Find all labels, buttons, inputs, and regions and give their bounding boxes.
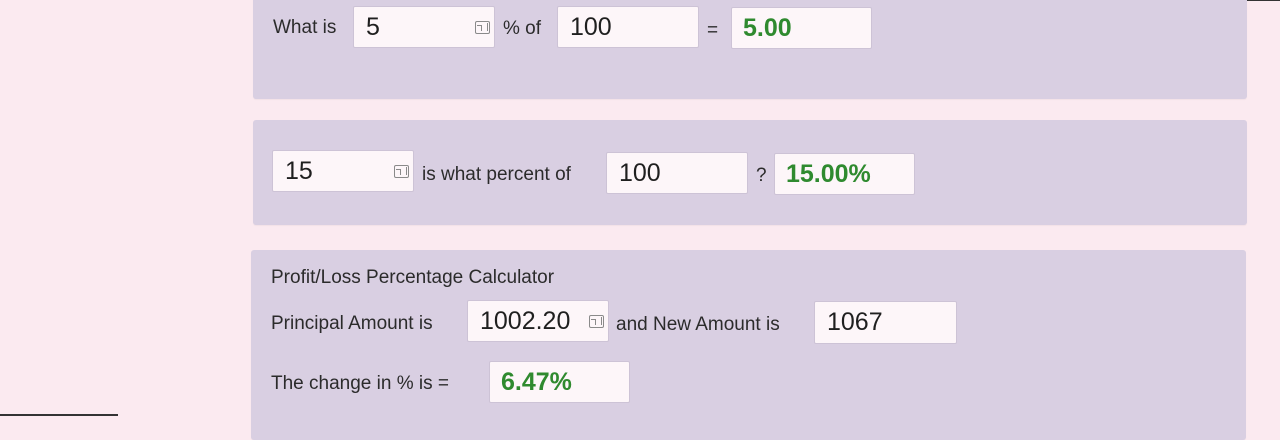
percent-input-value: 5 (366, 12, 380, 41)
percent-of-label: % of (503, 18, 542, 39)
percent-input[interactable]: 5 (353, 6, 495, 48)
principal-amount-input[interactable]: 1002.20 (467, 300, 609, 342)
base-value-input[interactable]: 100 (557, 6, 699, 48)
new-amount-text: 1067 (827, 308, 883, 336)
profit-loss-title: Profit/Loss Percentage Calculator (271, 267, 555, 288)
change-percent-label: The change in % is = (271, 373, 449, 394)
number-spinner-icon[interactable] (394, 164, 409, 178)
part-value-text: 15 (285, 156, 313, 185)
question-mark-label: ? (756, 165, 767, 186)
part-value-input[interactable]: 15 (272, 150, 414, 192)
what-percent-result: 15.00% (774, 153, 915, 195)
change-percent-result: 6.47% (489, 361, 630, 403)
is-what-percent-of-label: is what percent of (422, 164, 571, 185)
base-value-text: 100 (570, 12, 612, 41)
principal-amount-text: 1002.20 (480, 306, 571, 335)
equals-label: = (707, 20, 719, 41)
percent-of-result: 5.00 (731, 7, 872, 49)
whole-value-text: 100 (619, 158, 661, 187)
new-amount-label: and New Amount is (616, 314, 780, 335)
principal-amount-label: Principal Amount is (271, 313, 433, 334)
number-spinner-icon[interactable] (475, 20, 490, 34)
new-amount-input[interactable]: 1067 (814, 301, 957, 344)
what-is-label: What is (273, 17, 337, 38)
whole-value-input[interactable]: 100 (606, 152, 748, 194)
number-spinner-icon[interactable] (589, 314, 604, 328)
